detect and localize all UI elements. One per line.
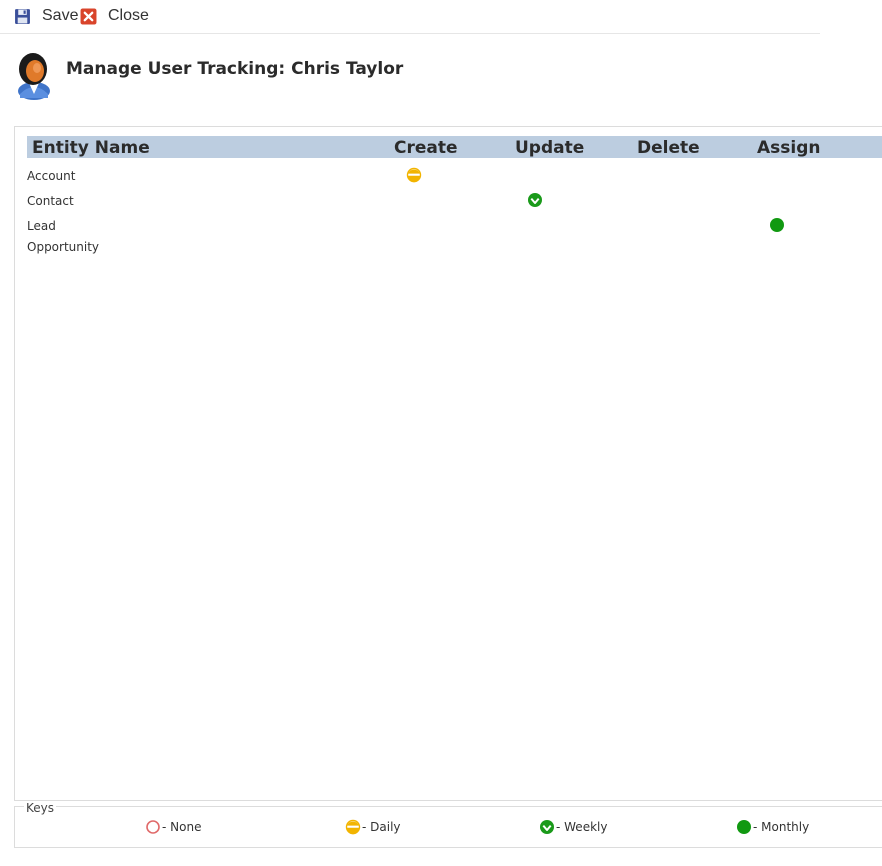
column-header-delete: Delete bbox=[637, 138, 700, 158]
key-weekly: - Weekly bbox=[539, 819, 607, 835]
tracking-marker-lead-assign[interactable] bbox=[769, 217, 785, 233]
row-label-lead: Lead bbox=[27, 219, 56, 233]
key-daily-label: - Daily bbox=[362, 820, 401, 834]
save-label: Save bbox=[42, 7, 79, 24]
key-daily: - Daily bbox=[345, 819, 401, 835]
keys-legend-label: Keys bbox=[24, 801, 57, 815]
key-none: - None bbox=[145, 819, 201, 835]
monthly-filled-circle-icon bbox=[770, 218, 784, 232]
tracking-panel bbox=[14, 126, 882, 801]
column-header-assign: Assign bbox=[757, 138, 821, 158]
tracking-marker-contact-update[interactable] bbox=[527, 192, 543, 208]
daily-half-circle-icon bbox=[345, 819, 361, 835]
close-icon bbox=[80, 8, 97, 25]
key-monthly-label: - Monthly bbox=[753, 820, 810, 834]
tracking-marker-account-create[interactable] bbox=[406, 167, 422, 183]
column-header-entity-name: Entity Name bbox=[32, 138, 150, 158]
page-title: Manage User Tracking: Chris Taylor bbox=[66, 59, 404, 79]
monthly-filled-circle-icon bbox=[737, 820, 751, 834]
save-button[interactable]: Save bbox=[14, 6, 78, 26]
save-icon bbox=[14, 8, 31, 25]
row-label-contact: Contact bbox=[27, 194, 74, 208]
weekly-check-circle-icon bbox=[540, 820, 554, 834]
row-label-opportunity: Opportunity bbox=[27, 240, 100, 254]
column-header-update: Update bbox=[515, 138, 585, 158]
column-header-create: Create bbox=[394, 138, 458, 158]
close-label: Close bbox=[108, 7, 149, 24]
key-none-label: - None bbox=[162, 820, 202, 834]
close-button[interactable]: Close bbox=[80, 6, 149, 26]
key-monthly: - Monthly bbox=[736, 819, 809, 835]
key-weekly-label: - Weekly bbox=[556, 820, 608, 834]
user-avatar-icon bbox=[14, 50, 54, 100]
weekly-check-circle-icon bbox=[528, 193, 542, 207]
toolbar: Save Close bbox=[0, 0, 820, 34]
none-circle-icon bbox=[146, 820, 160, 834]
daily-half-circle-icon bbox=[406, 167, 422, 183]
row-label-account: Account bbox=[27, 169, 76, 183]
